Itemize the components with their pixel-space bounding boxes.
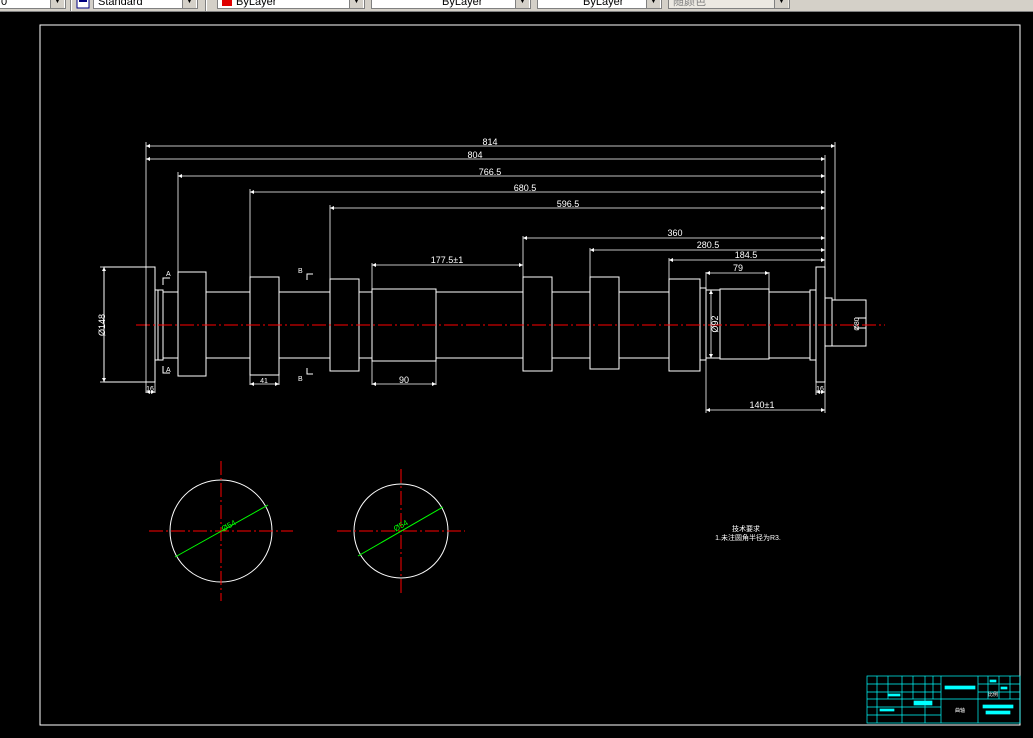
chevron-down-icon: ▼ xyxy=(646,0,660,8)
title-block-texts: 曲轴 比例 xyxy=(955,691,998,714)
chevron-down-icon: ▼ xyxy=(349,0,363,8)
title-block-center-label: 曲轴 xyxy=(955,707,965,714)
section-b-top: B xyxy=(298,268,303,275)
toolbar-separator xyxy=(205,0,207,11)
notes-title: 技术要求 xyxy=(732,524,760,533)
plotstyle-dropdown-value: 随颜色 xyxy=(673,0,706,8)
dim-phi148: Ø148 xyxy=(97,314,107,336)
properties-toolbar: 0 ▼ Standard ▼ ByLayer ▼ ByLayer ▼ ByLay… xyxy=(0,0,1033,12)
section-a-top: A xyxy=(166,271,171,278)
drawing-svg: 814 804 766.5 680.5 596.5 360 280.5 184.… xyxy=(39,24,1021,726)
linetype-dropdown[interactable]: ByLayer ▼ xyxy=(371,0,531,9)
color-dropdown[interactable]: ByLayer ▼ xyxy=(217,0,365,9)
chevron-down-icon: ▼ xyxy=(774,0,788,8)
section-marks xyxy=(162,273,313,375)
lineweight-dropdown-value: ByLayer xyxy=(583,0,624,8)
notes-line1: 1.未注圆角半径为R3. xyxy=(715,533,781,542)
dim-814: 814 xyxy=(482,137,497,147)
dim-90: 90 xyxy=(399,375,409,385)
chevron-down-icon: ▼ xyxy=(182,0,196,8)
dim-360: 360 xyxy=(667,228,682,238)
dim-140: 140±1 xyxy=(750,400,775,410)
lineweight-dropdown[interactable]: ByLayer ▼ xyxy=(537,0,662,9)
dim-280-5: 280.5 xyxy=(697,240,720,250)
layer-dropdown-value: 0 xyxy=(1,0,8,8)
color-swatch xyxy=(222,0,232,6)
technical-notes: 技术要求 1.未注圆角半径为R3. xyxy=(715,524,781,542)
section-view-b: Ø54 xyxy=(337,469,465,596)
title-block-scale-label: 比例 xyxy=(988,691,998,698)
text-style-dropdown-value: Standard xyxy=(98,0,143,8)
dimension-texts: 814 804 766.5 680.5 596.5 360 280.5 184.… xyxy=(97,137,861,410)
dimension-lines xyxy=(102,144,835,412)
color-dropdown-value: ByLayer xyxy=(236,0,277,8)
dim-804: 804 xyxy=(467,150,482,160)
drawing-border xyxy=(39,24,1021,726)
title-block xyxy=(866,675,1021,724)
dim-596-5: 596.5 xyxy=(557,199,580,209)
chevron-down-icon: ▼ xyxy=(515,0,529,8)
chevron-down-icon: ▼ xyxy=(50,0,64,8)
dim-phi92: Ø92 xyxy=(710,315,720,332)
toolbar-separator xyxy=(70,0,72,11)
dim-177-5: 177.5±1 xyxy=(431,255,463,265)
dim-phi80: Ø80 xyxy=(854,317,861,330)
extension-lines xyxy=(100,142,836,413)
section-a-bottom: A xyxy=(166,367,171,374)
style-icon[interactable] xyxy=(76,0,90,9)
dim-680-5: 680.5 xyxy=(514,183,537,193)
dim-41: 41 xyxy=(260,378,268,385)
dim-phi54-a: Ø54 xyxy=(220,518,238,533)
dim-766-5: 766.5 xyxy=(479,167,502,177)
layer-dropdown[interactable]: 0 ▼ xyxy=(0,0,66,9)
dim-184-5: 184.5 xyxy=(735,250,758,260)
section-view-a: Ø54 xyxy=(149,461,293,601)
drawing-canvas[interactable]: 814 804 766.5 680.5 596.5 360 280.5 184.… xyxy=(0,12,1033,738)
text-style-dropdown[interactable]: Standard ▼ xyxy=(93,0,198,9)
section-b-bottom: B xyxy=(298,376,303,383)
dim-79: 79 xyxy=(733,263,743,273)
dim-16-left: 16 xyxy=(146,386,154,393)
dim-16-right: 16 xyxy=(816,386,824,393)
plotstyle-dropdown[interactable]: 随颜色 ▼ xyxy=(668,0,790,9)
linetype-dropdown-value: ByLayer xyxy=(442,0,483,8)
